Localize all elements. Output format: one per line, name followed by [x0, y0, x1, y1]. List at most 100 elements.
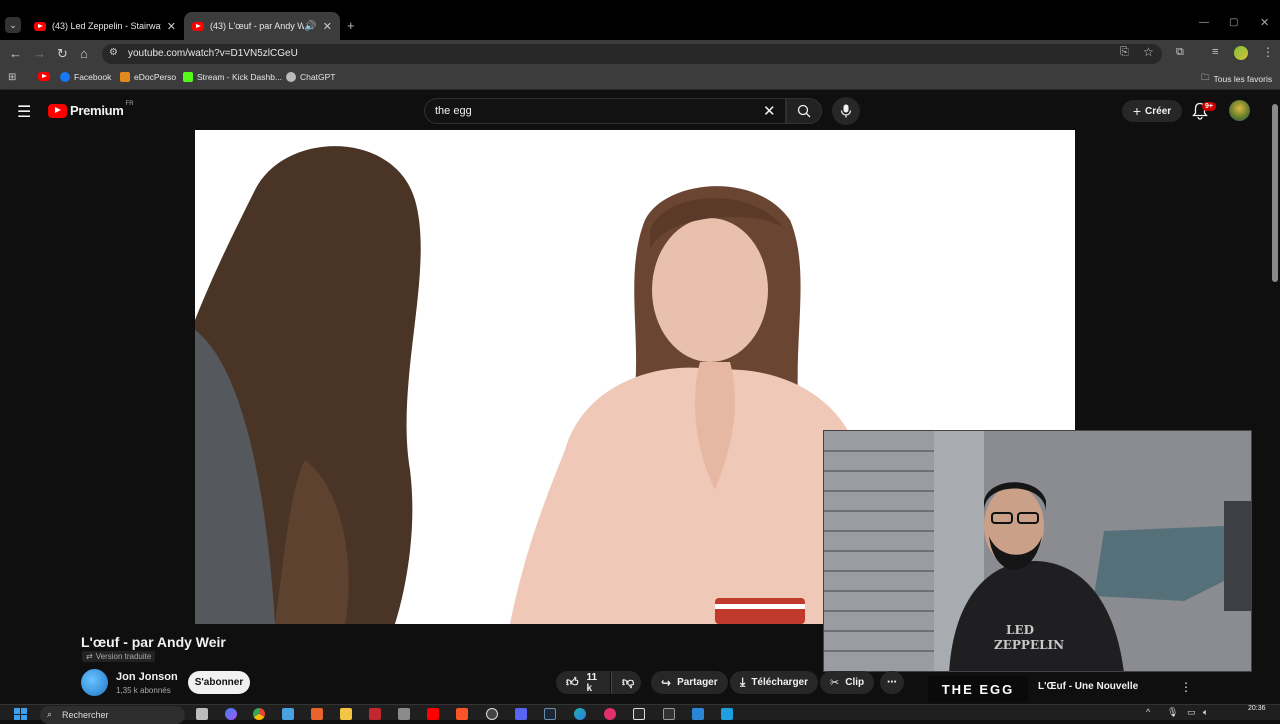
more-actions-button[interactable]: ⋯	[880, 671, 904, 694]
recommendation-title[interactable]: L'Œuf - Une Nouvelle	[1038, 681, 1138, 692]
terminal-icon[interactable]	[663, 708, 675, 720]
recommendation-thumbnail[interactable]: THE EGG	[928, 676, 1028, 702]
edocperso-icon	[120, 72, 130, 82]
edge-icon[interactable]	[574, 708, 586, 720]
like-count: 11 k	[586, 671, 598, 694]
webcam-overlay: LED ZEPPELIN	[823, 430, 1252, 672]
home-icon[interactable]: ⌂	[80, 46, 88, 61]
bookmark-chatgpt[interactable]: ChatGPT	[286, 72, 335, 82]
search-box[interactable]: the egg ✕	[424, 98, 786, 124]
site-info-icon[interactable]: ⚙	[109, 47, 118, 58]
plus-icon: +	[1132, 103, 1142, 119]
app-list-icon[interactable]	[721, 708, 733, 720]
subscriber-count: 1,35 k abonnés	[116, 686, 171, 695]
taskview-icon[interactable]	[196, 708, 208, 720]
taskbar-search-placeholder: Rechercher	[62, 710, 109, 720]
hamburger-menu-icon[interactable]: ☰	[17, 102, 31, 122]
download-icon: ⤓	[740, 675, 746, 689]
tab-search-button[interactable]: ⌄	[5, 17, 21, 33]
install-icon[interactable]: ⎘	[1120, 46, 1129, 59]
obs-icon[interactable]	[486, 708, 498, 720]
app-red-icon[interactable]	[369, 708, 381, 720]
bookmark-facebook[interactable]: Facebook	[60, 72, 111, 82]
explorer-icon[interactable]	[340, 708, 352, 720]
tab-title: (43) Led Zeppelin - Stairway To	[52, 21, 161, 31]
tray-volume-icon[interactable]: 🔈︎	[1203, 707, 1208, 718]
chrome-icon[interactable]	[253, 708, 265, 720]
subscribe-button[interactable]: S'abonner	[188, 671, 250, 694]
minimize-button[interactable]: —	[1199, 17, 1209, 28]
share-label: Partager	[677, 677, 718, 688]
tray-chevron-icon[interactable]: ^	[1146, 707, 1150, 717]
download-label: Télécharger	[751, 677, 809, 688]
rec-more-icon[interactable]: ⋮	[1180, 680, 1192, 694]
create-button[interactable]: + Créer	[1122, 100, 1182, 122]
notification-badge: 9+	[1202, 102, 1216, 111]
new-tab-button[interactable]: +	[347, 18, 355, 33]
speaker-icon[interactable]: 🔊	[304, 21, 316, 32]
discord-icon[interactable]	[515, 708, 527, 720]
svg-text:ZEPPELIN: ZEPPELIN	[994, 638, 1064, 652]
youtube-app-icon[interactable]	[427, 708, 439, 720]
download-button[interactable]: ⤓ Télécharger	[730, 671, 819, 694]
voice-search-button[interactable]	[832, 97, 860, 125]
windows-start-icon[interactable]	[14, 708, 27, 720]
like-button[interactable]: 👍︎ 11 k	[556, 671, 610, 694]
taskbar-clock[interactable]: 20:36	[1248, 705, 1266, 712]
tab-title: (43) L'œuf - par Andy Weir	[210, 21, 305, 31]
reload-icon[interactable]: ↻	[57, 46, 68, 62]
close-window-button[interactable]: ✕	[1260, 16, 1269, 29]
store-icon[interactable]	[282, 708, 294, 720]
tray-network-icon[interactable]: ▭	[1187, 707, 1196, 718]
tab-loeuf[interactable]: (43) L'œuf - par Andy Weir 🔊 ✕	[184, 12, 340, 40]
maximize-button[interactable]: ▢	[1229, 17, 1238, 28]
translate-icon: ⇄	[86, 652, 93, 661]
svg-text:LED: LED	[1006, 623, 1034, 637]
bookmark-kick[interactable]: Stream - Kick Dashb...	[183, 72, 282, 82]
browser-menu-icon[interactable]: ⋮	[1262, 45, 1274, 59]
bookmark-star-icon[interactable]: ☆	[1143, 45, 1154, 59]
brave-icon[interactable]	[456, 708, 468, 720]
webcam-feed: LED ZEPPELIN	[824, 431, 1251, 671]
youtube-logo[interactable]: Premium FR	[48, 101, 134, 118]
more-icon: ⋯	[887, 677, 897, 688]
bookmark-youtube[interactable]	[38, 72, 56, 81]
account-avatar[interactable]	[1229, 100, 1250, 121]
share-icon: ↪	[661, 675, 672, 690]
youtube-favicon-icon	[38, 72, 50, 81]
channel-name[interactable]: Jon Jonson	[116, 671, 178, 683]
channel-avatar[interactable]	[81, 669, 108, 696]
vscode-icon[interactable]	[692, 708, 704, 720]
search-button[interactable]	[786, 98, 822, 124]
extensions-icon[interactable]: ⧉	[1176, 46, 1184, 59]
tray-mic-icon[interactable]: 🎙︎	[1167, 707, 1178, 718]
search-input[interactable]: the egg	[435, 105, 472, 117]
clear-search-icon[interactable]: ✕	[763, 102, 776, 120]
scissors-icon: ✂	[830, 677, 840, 689]
app-pink-icon[interactable]	[604, 708, 616, 720]
clip-button[interactable]: ✂ Clip	[820, 671, 875, 694]
forward-icon[interactable]: →	[33, 46, 46, 61]
back-icon[interactable]: ←	[9, 46, 22, 61]
copilot-icon[interactable]	[225, 708, 237, 720]
close-icon[interactable]: ✕	[167, 20, 176, 33]
logo-text: Premium	[70, 103, 124, 118]
all-bookmarks-folder[interactable]: 🗀 Tous les favoris	[1201, 72, 1272, 86]
taskbar-search[interactable]: ⌕ Rechercher	[40, 706, 185, 724]
dislike-button[interactable]: 👎︎	[611, 671, 641, 694]
office-icon[interactable]	[311, 708, 323, 720]
media-controls-icon[interactable]: ≡	[1212, 46, 1218, 58]
scrollbar-thumb[interactable]	[1272, 104, 1278, 282]
tab-led-zeppelin[interactable]: (43) Led Zeppelin - Stairway To ✕	[26, 12, 184, 40]
epic-games-icon[interactable]	[633, 708, 645, 720]
clip-label: Clip	[845, 677, 865, 688]
apps-grid-icon[interactable]: ⊞	[8, 72, 16, 83]
folder-icon: 🗀	[1201, 72, 1210, 82]
bookmark-edocperso[interactable]: eDocPerso	[120, 72, 176, 82]
close-icon[interactable]: ✕	[323, 20, 332, 33]
profile-avatar[interactable]	[1234, 46, 1248, 60]
share-button[interactable]: ↪ Partager	[651, 671, 728, 694]
thumbs-down-icon: 👎︎	[622, 675, 635, 689]
steam-icon[interactable]	[544, 708, 556, 720]
app-photo-icon[interactable]	[398, 708, 410, 720]
